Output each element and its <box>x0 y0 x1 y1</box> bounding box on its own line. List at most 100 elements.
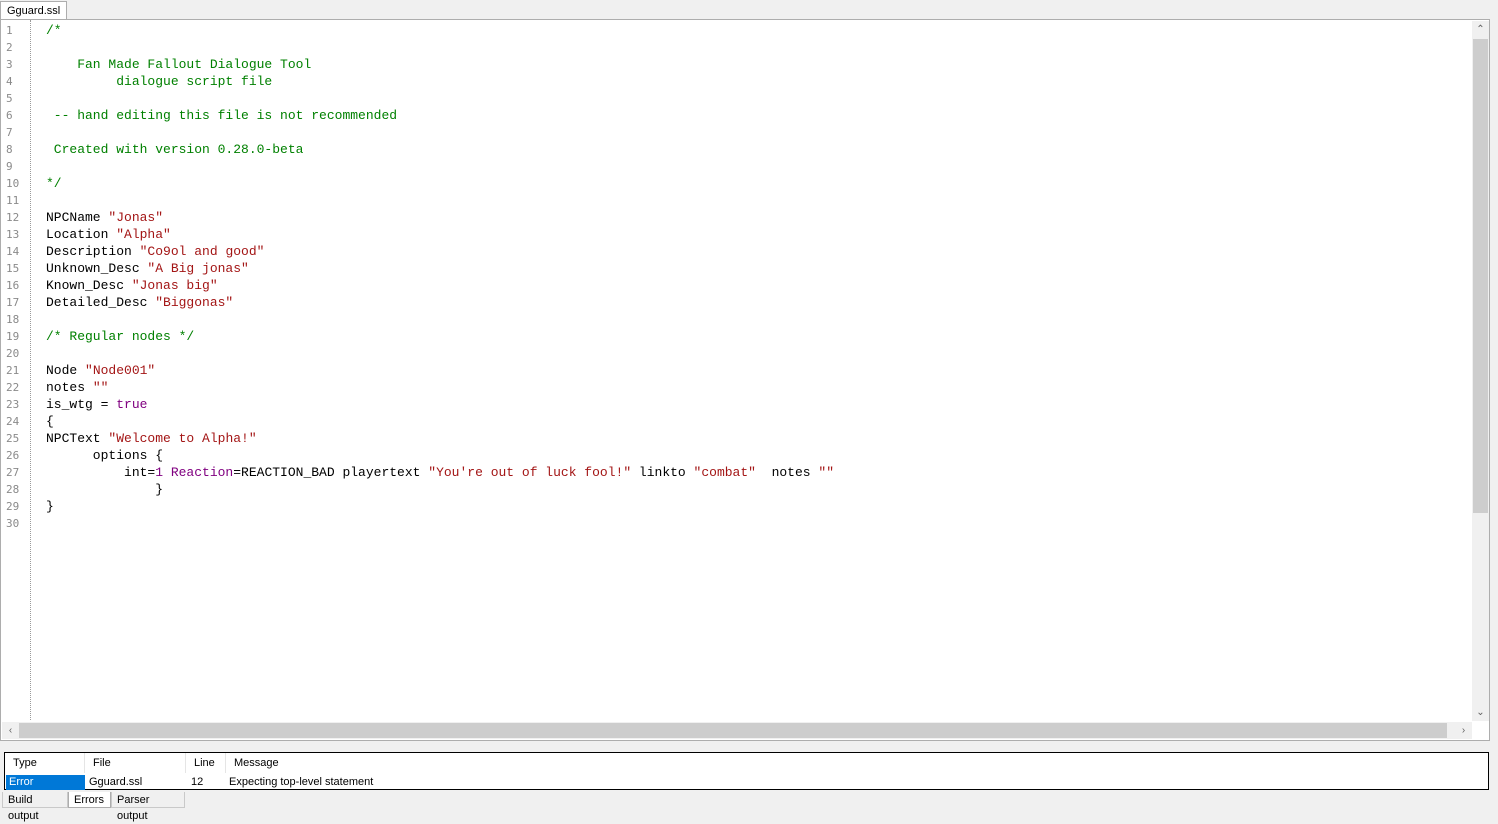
code-token: -- hand editing this file is not recomme… <box>46 108 398 123</box>
code-token: "" <box>818 465 834 480</box>
chevron-up-icon[interactable]: ⌃ <box>1472 21 1489 38</box>
line-number: 30 <box>6 517 20 530</box>
code-token: Node <box>46 363 86 378</box>
errors-list[interactable]: Type File Line Message Error Gguard.ssl … <box>4 752 1489 790</box>
column-header-file[interactable]: File <box>85 753 186 773</box>
horizontal-scroll-thumb[interactable] <box>19 723 1447 738</box>
line-number: 6 <box>6 109 13 122</box>
line-number: 17 <box>6 296 20 309</box>
line-number: 10 <box>6 177 20 190</box>
code-token: "Welcome to Alpha!" <box>108 431 257 446</box>
code-line[interactable]: } <box>46 498 54 515</box>
tab-parser-output[interactable]: Parser output <box>111 792 185 822</box>
code-token: Location <box>46 227 117 242</box>
code-token: NPCName <box>46 210 109 225</box>
code-token: /* <box>46 23 62 38</box>
code-token: "You're out of luck fool!" <box>428 465 632 480</box>
line-number: 18 <box>6 313 20 326</box>
code-token: "A Big jonas" <box>147 261 249 276</box>
line-number: 23 <box>6 398 20 411</box>
line-number: 11 <box>6 194 20 207</box>
chevron-right-icon[interactable]: › <box>1455 722 1472 739</box>
code-token: int= <box>46 465 156 480</box>
column-header-type[interactable]: Type <box>5 753 85 773</box>
tab-gguard-ssl[interactable]: Gguard.ssl <box>0 1 68 19</box>
code-editor[interactable]: 1 2 3 4 5 6 7 8 9 10 11 12 13 14 15 16 17 18 19 20 21 22 23 24 2… <box>0 19 1490 741</box>
code-line[interactable]: */ <box>46 175 62 192</box>
code-token: dialogue script file <box>46 74 273 89</box>
line-number: 3 <box>6 58 13 71</box>
tab-build-output[interactable]: Build output <box>2 792 68 822</box>
code-line[interactable]: NPCName "Jonas" <box>46 209 163 226</box>
column-header-line[interactable]: Line <box>186 753 226 773</box>
tab-errors[interactable]: Errors <box>68 792 111 808</box>
code-line[interactable]: -- hand editing this file is not recomme… <box>46 107 397 124</box>
code-line[interactable]: options { <box>46 447 163 464</box>
code-token: Description <box>46 244 140 259</box>
code-token: } <box>46 499 54 514</box>
code-token: { <box>46 414 54 429</box>
error-line-cell[interactable]: 12 <box>187 775 226 790</box>
code-token: true <box>116 397 148 412</box>
horizontal-scrollbar[interactable]: ‹ › <box>2 722 1472 739</box>
line-number: 22 <box>6 381 20 394</box>
error-type-cell[interactable]: Error <box>6 775 85 790</box>
code-token: notes <box>755 465 819 480</box>
code-line[interactable]: } <box>46 481 163 498</box>
line-number: 27 <box>6 466 20 479</box>
chevron-left-icon[interactable]: ‹ <box>2 722 19 739</box>
code-line[interactable]: Known_Desc "Jonas big" <box>46 277 218 294</box>
code-line[interactable]: { <box>46 413 54 430</box>
code-token: "Node001" <box>85 363 156 378</box>
code-token: options { <box>46 448 164 463</box>
code-line[interactable]: /* Regular nodes */ <box>46 328 194 345</box>
line-number: 21 <box>6 364 20 377</box>
code-token: Fan Made Fallout Dialogue Tool <box>46 57 312 72</box>
code-line[interactable]: Fan Made Fallout Dialogue Tool <box>46 56 311 73</box>
chevron-down-icon[interactable]: ⌄ <box>1472 704 1489 721</box>
line-number: 28 <box>6 483 20 496</box>
code-token: Created with version 0.28.0-beta <box>46 142 304 157</box>
error-message-cell[interactable]: Expecting top-level statement <box>227 775 827 790</box>
column-header-message[interactable]: Message <box>226 753 1488 773</box>
error-file-cell[interactable]: Gguard.ssl <box>86 775 186 790</box>
code-line[interactable]: Unknown_Desc "A Big jonas" <box>46 260 249 277</box>
code-token: } <box>46 482 164 497</box>
code-token: "" <box>92 380 109 395</box>
code-line[interactable]: Node "Node001" <box>46 362 155 379</box>
editor-tab-strip: Gguard.ssl <box>0 0 1498 20</box>
code-token: is_wtg = <box>46 397 117 412</box>
code-line[interactable]: NPCText "Welcome to Alpha!" <box>46 430 257 447</box>
line-number: 9 <box>6 160 13 173</box>
code-token: 1 Reaction <box>155 465 234 480</box>
vertical-scroll-thumb[interactable] <box>1473 39 1488 513</box>
line-number: 15 <box>6 262 20 275</box>
output-tabs: Build output Errors Parser output <box>0 792 1498 822</box>
code-line[interactable]: is_wtg = true <box>46 396 147 413</box>
code-token: Detailed_Desc <box>46 295 156 310</box>
code-line[interactable]: /* <box>46 22 62 39</box>
code-line[interactable]: Detailed_Desc "Biggonas" <box>46 294 233 311</box>
code-line[interactable]: Location "Alpha" <box>46 226 171 243</box>
code-token: NPCText <box>46 431 109 446</box>
line-number: 7 <box>6 126 13 139</box>
line-number: 29 <box>6 500 20 513</box>
code-token: /* Regular nodes */ <box>46 329 195 344</box>
code-line[interactable]: Description "Co9ol and good" <box>46 243 264 260</box>
code-line[interactable]: int=1 Reaction=REACTION_BAD playertext "… <box>46 464 834 481</box>
line-number: 20 <box>6 347 20 360</box>
vertical-scrollbar[interactable]: ⌃ ⌄ <box>1472 21 1489 721</box>
code-line[interactable]: notes "" <box>46 379 108 396</box>
line-number: 24 <box>6 415 20 428</box>
line-number: 8 <box>6 143 13 156</box>
code-token: notes <box>46 380 93 395</box>
code-token: "Jonas big" <box>131 278 218 293</box>
line-number: 12 <box>6 211 20 224</box>
line-number: 14 <box>6 245 20 258</box>
code-line[interactable]: Created with version 0.28.0-beta <box>46 141 304 158</box>
line-number: 13 <box>6 228 20 241</box>
line-number: 5 <box>6 92 13 105</box>
code-token: Known_Desc <box>46 278 132 293</box>
code-line[interactable]: dialogue script file <box>46 73 272 90</box>
code-token: "Co9ol and good" <box>139 244 265 259</box>
